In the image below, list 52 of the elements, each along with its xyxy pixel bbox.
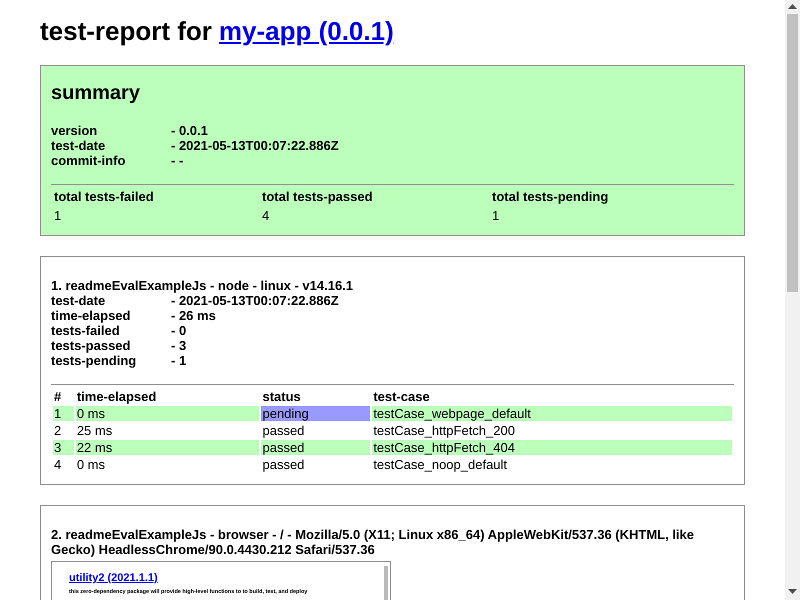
- scrollbar-thumb[interactable]: [787, 14, 798, 292]
- column-header: time-elapsed: [76, 389, 158, 404]
- page-title: test-report for: [40, 16, 212, 47]
- info-value: - 1: [171, 353, 186, 368]
- table-cell-text: passed: [261, 457, 306, 472]
- table-cell: testCase_webpage_default: [372, 406, 732, 421]
- table-cell: testCase_httpFetch_404: [372, 440, 732, 455]
- info-value: - 26 ms: [171, 308, 216, 323]
- total-label: total tests-passed: [262, 188, 373, 206]
- info-value: - 0: [171, 323, 186, 338]
- table-cell-text: testCase_httpFetch_200: [372, 423, 516, 438]
- summary-heading: summary: [51, 82, 141, 105]
- info-label: commit-info: [51, 153, 126, 168]
- column-header: test-case: [372, 389, 431, 404]
- total-value: 1: [54, 207, 62, 225]
- table-cell: 3: [53, 440, 74, 455]
- table-cell-text: passed: [261, 423, 306, 438]
- table-cell: 0 ms: [76, 406, 260, 421]
- scroll-down-icon[interactable]: [788, 589, 797, 594]
- info-value: - -: [171, 153, 184, 168]
- info-value: - 3: [171, 338, 186, 353]
- column-header: status: [261, 389, 302, 404]
- info-label: test-date: [51, 293, 106, 308]
- table-cell-text: 0 ms: [76, 457, 106, 472]
- total-label: total tests-pending: [492, 188, 608, 206]
- report-heading: 1. readmeEvalExampleJs - node - linux - v14.16.1: [51, 278, 354, 293]
- total-value: 1: [492, 207, 500, 225]
- scrollbar[interactable]: [785, 0, 800, 600]
- table-cell-text: testCase_noop_default: [372, 457, 508, 472]
- info-label: tests-failed: [51, 323, 120, 338]
- table-cell: passed: [261, 440, 370, 455]
- table-cell: 22 ms: [76, 440, 260, 455]
- table-cell-text: 4: [53, 457, 62, 472]
- info-label: time-elapsed: [51, 308, 130, 323]
- report-heading: 2. readmeEvalExampleJs - browser - / - Mozilla/5.0 (X11; Linux x86_64) AppleWebKit/537.36 (KHTML, like Gecko) HeadlessChrome/90.0.4430.212 Safari/537.36: [51, 527, 696, 557]
- table-cell-text: 2: [53, 423, 62, 438]
- info-label: version: [51, 123, 98, 138]
- info-label: tests-passed: [51, 338, 130, 353]
- screenshot-link[interactable]: utility2 (2021.1.1): [69, 572, 158, 585]
- info-value: - 0.0.1: [171, 123, 208, 138]
- info-value: - 2021-05-13T00:07:22.886Z: [171, 293, 339, 308]
- table-cell-text: 25 ms: [76, 423, 114, 438]
- table-cell: 1: [53, 406, 74, 421]
- title-link[interactable]: my-app (0.0.1): [218, 16, 394, 47]
- scroll-up-icon[interactable]: [788, 4, 797, 9]
- table-cell: pending: [261, 406, 370, 421]
- info-label: test-date: [51, 138, 106, 153]
- total-label: total tests-failed: [54, 188, 154, 206]
- info-value: - 2021-05-13T00:07:22.886Z: [171, 138, 339, 153]
- info-label: tests-pending: [51, 353, 136, 368]
- column-header: #: [53, 389, 62, 404]
- total-value: 4: [262, 207, 270, 225]
